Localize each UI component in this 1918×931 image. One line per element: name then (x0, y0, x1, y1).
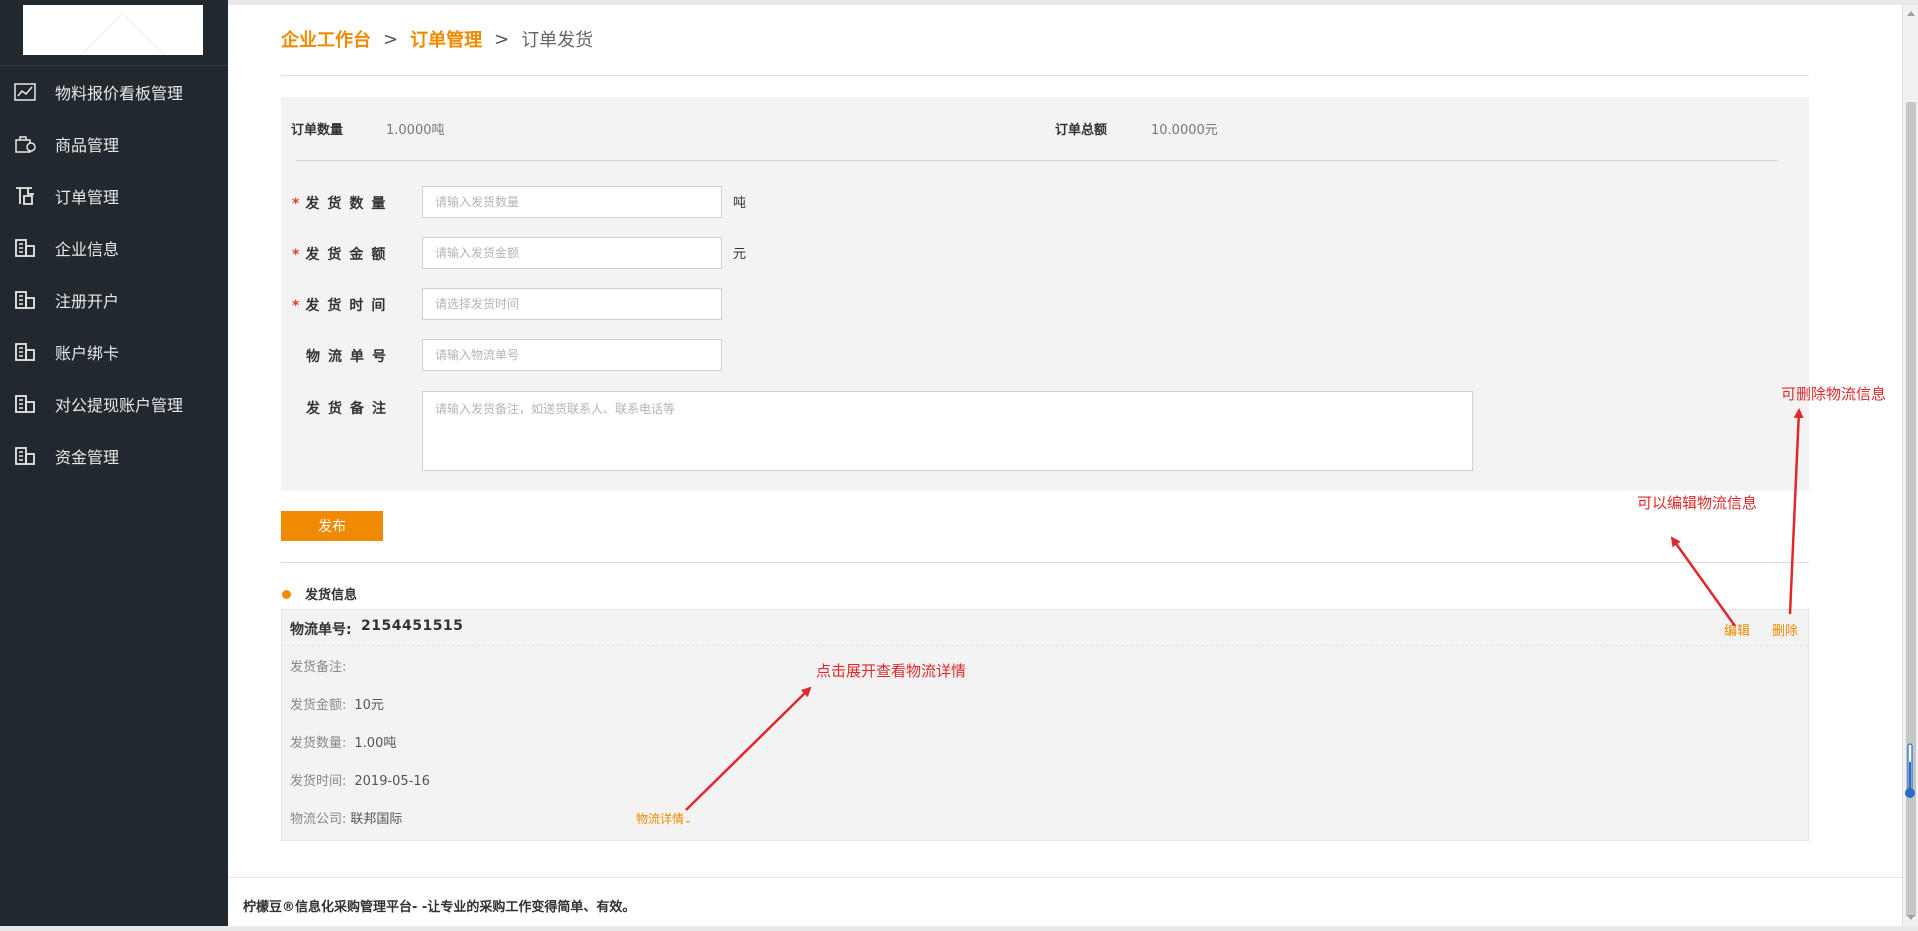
sidebar-item-label: 注册开户 (55, 292, 120, 311)
footer-divider (228, 877, 1918, 878)
ship-company-row: 物流公司: 联邦国际 (290, 812, 403, 827)
annotation-expand: 点击展开查看物流详情 (816, 662, 967, 680)
sidebar-item-orders[interactable]: 订单管理 (0, 170, 228, 222)
required-mark: * (292, 196, 300, 212)
ship-form-panel: 订单数量 1.0000吨 订单总额 10.0000元 *发货数量 吨 *发货金额… (281, 97, 1809, 491)
footer-text: 柠檬豆®信息化采购管理平台- -让专业的采购工作变得简单、有效。 (243, 900, 636, 915)
ship-amount-input[interactable] (422, 237, 722, 269)
bottom-border (0, 926, 1918, 931)
scroll-up-icon[interactable] (1903, 5, 1918, 21)
required-mark: * (292, 247, 300, 263)
ship-amount-row: 发货金额: 10元 (290, 698, 384, 713)
ship-time-row: 发货时间: 2019-05-16 (290, 774, 430, 789)
section-bullet-icon (282, 590, 291, 599)
publish-button[interactable]: 发布 (281, 511, 383, 541)
sidebar-item-quote-board[interactable]: 物料报价看板管理 (0, 66, 228, 118)
sidebar-item-goods[interactable]: 商品管理 (0, 118, 228, 170)
order-qty-value: 1.0000吨 (386, 123, 445, 138)
divider (296, 160, 1778, 161)
ship-remark-row: 发货备注: (290, 660, 347, 675)
sidebar-item-label: 账户绑卡 (55, 344, 120, 363)
sidebar-item-bind-card[interactable]: 账户绑卡 (0, 326, 228, 378)
order-qty-label: 订单数量 (291, 123, 344, 138)
logistics-detail-toggle[interactable]: 物流详情⌄ (636, 810, 692, 827)
delete-link[interactable]: 删除 (1772, 620, 1798, 639)
order-icon (12, 185, 38, 207)
sidebar-item-label: 物料报价看板管理 (55, 84, 184, 103)
breadcrumb-current: 订单发货 (521, 30, 594, 51)
shipping-section-title: 发货信息 (305, 588, 358, 603)
divider (281, 75, 1809, 76)
ship-time-label: * 发货时间 (292, 298, 394, 314)
divider (281, 562, 1809, 563)
ship-qty-unit: 吨 (733, 196, 747, 211)
sidebar-nav: 物料报价看板管理 商品管理 订单管理 企业信息 注册开户 账户绑卡 对公提现账户… (0, 66, 228, 482)
ship-amount-label: * 发货金额 (292, 247, 394, 263)
shipping-record-card: 物流单号: 2154451515 编辑 删除 发货备注: 发货金额: 10元 发货… (281, 609, 1809, 841)
annotation-delete: 可删除物流信息 (1781, 385, 1887, 403)
edit-link[interactable]: 编辑 (1724, 620, 1750, 639)
ship-qty-label: * 发货数量 (292, 196, 394, 212)
sidebar-item-label: 商品管理 (55, 136, 120, 155)
tracking-label: 物流单号: (290, 622, 352, 638)
sidebar: 物料报价看板管理 商品管理 订单管理 企业信息 注册开户 账户绑卡 对公提现账户… (0, 0, 228, 931)
building-icon (12, 445, 38, 467)
sidebar-item-label: 对公提现账户管理 (55, 396, 184, 415)
scroll-down-icon[interactable] (1903, 910, 1918, 926)
breadcrumb-orders[interactable]: 订单管理 (410, 26, 482, 52)
remark-textarea[interactable] (422, 391, 1473, 471)
remark-label: 发货备注 (306, 401, 394, 417)
order-total-label: 订单总额 (1055, 123, 1108, 138)
tracking-number: 2154451515 (361, 618, 464, 634)
building-icon (12, 393, 38, 415)
tracking-no-input[interactable] (422, 339, 722, 371)
sidebar-item-funds[interactable]: 资金管理 (0, 430, 228, 482)
breadcrumb-separator: > (494, 28, 510, 50)
annotation-edit: 可以编辑物流信息 (1637, 494, 1758, 512)
required-mark: * (292, 298, 300, 314)
order-total-value: 10.0000元 (1151, 123, 1218, 138)
breadcrumb: 企业工作台 > 订单管理 > 订单发货 (281, 26, 593, 52)
logo[interactable] (23, 5, 203, 55)
building-icon (12, 237, 38, 259)
chevron-down-icon: ⌄ (684, 815, 693, 826)
building-icon (12, 289, 38, 311)
ship-qty-row: 发货数量: 1.00吨 (290, 736, 397, 751)
ship-amount-unit: 元 (733, 247, 747, 262)
sidebar-item-label: 资金管理 (55, 448, 120, 467)
tracking-no-label: 物流单号 (306, 349, 394, 365)
sidebar-item-company-info[interactable]: 企业信息 (0, 222, 228, 274)
sidebar-item-label: 企业信息 (55, 240, 120, 259)
sidebar-item-withdraw-account[interactable]: 对公提现账户管理 (0, 378, 228, 430)
breadcrumb-separator: > (383, 28, 399, 50)
logo-placeholder-icon (80, 12, 166, 55)
shipping-record-header: 物流单号: 2154451515 编辑 删除 (282, 610, 1808, 646)
sidebar-item-label: 订单管理 (55, 188, 120, 207)
breadcrumb-home[interactable]: 企业工作台 (281, 26, 371, 52)
chart-board-icon (12, 81, 38, 103)
ship-qty-input[interactable] (422, 186, 722, 218)
thermometer-icon (1905, 743, 1915, 798)
goods-icon (12, 133, 38, 155)
ship-time-picker[interactable] (422, 288, 722, 320)
top-border (228, 0, 1918, 5)
building-icon (12, 341, 38, 363)
sidebar-item-register[interactable]: 注册开户 (0, 274, 228, 326)
